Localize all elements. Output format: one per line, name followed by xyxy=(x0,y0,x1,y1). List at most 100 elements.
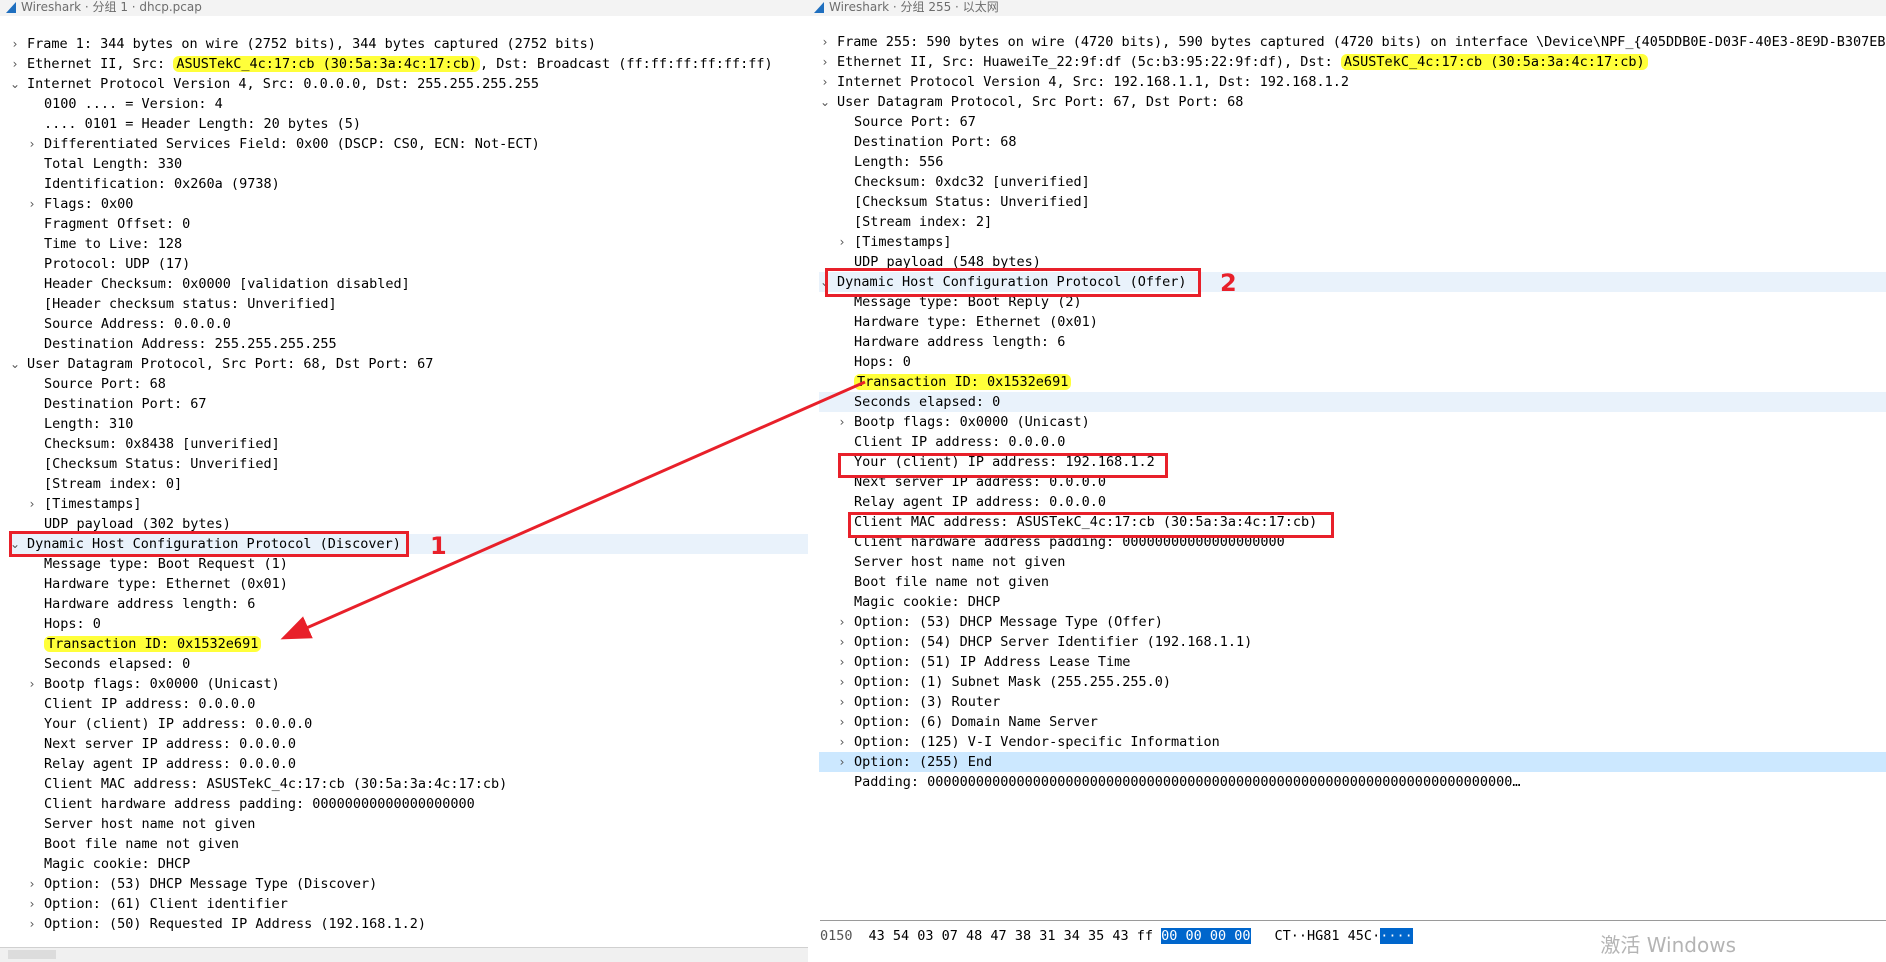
tree-row[interactable]: Length: 556 xyxy=(819,152,1886,172)
tree-row[interactable]: › Option: (53) DHCP Message Type (Offer) xyxy=(819,612,1886,632)
tree-row[interactable]: Relay agent IP address: 0.0.0.0 xyxy=(819,492,1886,512)
tree-row[interactable]: [Checksum Status: Unverified] xyxy=(819,192,1886,212)
horizontal-scrollbar-left[interactable] xyxy=(0,947,808,962)
tree-row[interactable]: Your (client) IP address: 0.0.0.0 xyxy=(9,714,808,734)
tree-row[interactable]: › Option: (125) V-I Vendor-specific Infor… xyxy=(819,732,1886,752)
expand-chevron-icon[interactable]: › xyxy=(836,612,848,632)
tree-row[interactable]: › Ethernet II, Src: HuaweiTe_22:9f:df (5c… xyxy=(819,52,1886,72)
expand-chevron-icon[interactable]: › xyxy=(26,494,38,514)
tree-row[interactable]: Hops: 0 xyxy=(819,352,1886,372)
tree-row[interactable]: Hardware address length: 6 xyxy=(819,332,1886,352)
tree-row[interactable]: Header Checksum: 0x0000 [validation disa… xyxy=(9,274,808,294)
expand-chevron-icon[interactable]: › xyxy=(836,652,848,672)
expand-chevron-icon[interactable]: › xyxy=(836,712,848,732)
tree-row[interactable]: Checksum: 0xdc32 [unverified] xyxy=(819,172,1886,192)
tree-row[interactable]: Destination Port: 68 xyxy=(819,132,1886,152)
expand-chevron-icon[interactable]: › xyxy=(836,752,848,772)
expand-chevron-icon[interactable]: › xyxy=(26,134,38,154)
tree-row[interactable]: Client IP address: 0.0.0.0 xyxy=(9,694,808,714)
expand-chevron-icon[interactable]: › xyxy=(836,732,848,752)
tree-row[interactable]: Transaction ID: 0x1532e691 xyxy=(819,372,1886,392)
expand-chevron-icon[interactable]: › xyxy=(836,412,848,432)
tree-row[interactable]: Message type: Boot Request (1) xyxy=(9,554,808,574)
tree-row[interactable]: Total Length: 330 xyxy=(9,154,808,174)
expand-chevron-icon[interactable]: › xyxy=(836,672,848,692)
tree-row[interactable]: › Option: (54) DHCP Server Identifier (19… xyxy=(819,632,1886,652)
tree-row[interactable]: Padding: 0000000000000000000000000000000… xyxy=(819,772,1886,792)
expand-chevron-icon[interactable]: › xyxy=(819,32,831,52)
expand-chevron-icon[interactable]: › xyxy=(819,72,831,92)
tree-row[interactable]: Source Address: 0.0.0.0 xyxy=(9,314,808,334)
tree-row[interactable]: › Flags: 0x00 xyxy=(9,194,808,214)
tree-row[interactable]: Boot file name not given xyxy=(819,572,1886,592)
tree-row[interactable]: Transaction ID: 0x1532e691 xyxy=(9,634,808,654)
tree-row[interactable]: › Option: (61) Client identifier xyxy=(9,894,808,914)
tree-row[interactable]: Seconds elapsed: 0 xyxy=(9,654,808,674)
tree-row[interactable]: Hardware type: Ethernet (0x01) xyxy=(819,312,1886,332)
tree-row[interactable]: Destination Address: 255.255.255.255 xyxy=(9,334,808,354)
expand-chevron-icon[interactable]: › xyxy=(836,692,848,712)
tree-row[interactable]: › [Timestamps] xyxy=(9,494,808,514)
tree-row[interactable]: › Ethernet II, Src: ASUSTekC_4c:17:cb (30… xyxy=(9,54,808,74)
tree-row[interactable]: Hops: 0 xyxy=(9,614,808,634)
tree-row[interactable]: Source Port: 67 xyxy=(819,112,1886,132)
collapse-chevron-icon[interactable]: ⌄ xyxy=(819,92,831,112)
tree-row[interactable]: › Option: (1) Subnet Mask (255.255.255.0) xyxy=(819,672,1886,692)
collapse-chevron-icon[interactable]: ⌄ xyxy=(9,74,21,94)
tree-row[interactable]: ⌄ User Datagram Protocol, Src Port: 67, D… xyxy=(819,92,1886,112)
tree-row[interactable]: › Option: (53) DHCP Message Type (Discove… xyxy=(9,874,808,894)
tree-row[interactable]: Relay agent IP address: 0.0.0.0 xyxy=(9,754,808,774)
tree-row[interactable]: › Option: (6) Domain Name Server xyxy=(819,712,1886,732)
tree-row[interactable]: Identification: 0x260a (9738) xyxy=(9,174,808,194)
tree-row[interactable]: Destination Port: 67 xyxy=(9,394,808,414)
tree-row[interactable]: Magic cookie: DHCP xyxy=(819,592,1886,612)
tree-row[interactable]: › Option: (255) End xyxy=(819,752,1886,772)
scrollbar-thumb[interactable] xyxy=(8,950,56,959)
expand-chevron-icon[interactable]: › xyxy=(9,54,21,74)
tree-row[interactable]: Client hardware address padding: 0000000… xyxy=(9,794,808,814)
tree-row[interactable]: › Differentiated Services Field: 0x00 (DS… xyxy=(9,134,808,154)
tree-row[interactable]: Next server IP address: 0.0.0.0 xyxy=(9,734,808,754)
tree-row[interactable]: Client MAC address: ASUSTekC_4c:17:cb (3… xyxy=(9,774,808,794)
expand-chevron-icon[interactable]: › xyxy=(836,632,848,652)
tree-row[interactable]: Client IP address: 0.0.0.0 xyxy=(819,432,1886,452)
tree-row[interactable]: Hardware type: Ethernet (0x01) xyxy=(9,574,808,594)
tree-row[interactable]: Seconds elapsed: 0 xyxy=(819,392,1886,412)
tree-row[interactable]: Boot file name not given xyxy=(9,834,808,854)
tree-row[interactable]: › Frame 255: 590 bytes on wire (4720 bits… xyxy=(819,32,1886,52)
expand-chevron-icon[interactable]: › xyxy=(26,914,38,934)
tree-row[interactable]: ⌄ User Datagram Protocol, Src Port: 68, D… xyxy=(9,354,808,374)
tree-row[interactable]: › Option: (51) IP Address Lease Time xyxy=(819,652,1886,672)
expand-chevron-icon[interactable]: › xyxy=(9,34,21,54)
hex-bytes[interactable]: 43 54 03 07 48 47 38 31 34 35 43 ff xyxy=(869,928,1162,944)
tree-row[interactable]: › Bootp flags: 0x0000 (Unicast) xyxy=(9,674,808,694)
expand-chevron-icon[interactable]: › xyxy=(26,674,38,694)
tree-row[interactable]: Fragment Offset: 0 xyxy=(9,214,808,234)
tree-row[interactable]: Protocol: UDP (17) xyxy=(9,254,808,274)
tree-row[interactable]: ⌄ Internet Protocol Version 4, Src: 0.0.0… xyxy=(9,74,808,94)
tree-row[interactable]: .... 0101 = Header Length: 20 bytes (5) xyxy=(9,114,808,134)
tree-row[interactable]: Source Port: 68 xyxy=(9,374,808,394)
expand-chevron-icon[interactable]: › xyxy=(26,894,38,914)
tree-row[interactable]: [Checksum Status: Unverified] xyxy=(9,454,808,474)
tree-row[interactable]: Server host name not given xyxy=(819,552,1886,572)
tree-row[interactable]: Hardware address length: 6 xyxy=(9,594,808,614)
tree-row[interactable]: Length: 310 xyxy=(9,414,808,434)
tree-row[interactable]: › Frame 1: 344 bytes on wire (2752 bits),… xyxy=(9,34,808,54)
tree-row[interactable]: [Header checksum status: Unverified] xyxy=(9,294,808,314)
expand-chevron-icon[interactable]: › xyxy=(26,874,38,894)
hex-ascii-selected[interactable]: ···· xyxy=(1380,928,1413,944)
expand-chevron-icon[interactable]: › xyxy=(26,194,38,214)
hex-ascii[interactable]: CT··HG81 45C· xyxy=(1275,928,1381,944)
expand-chevron-icon[interactable]: › xyxy=(836,232,848,252)
tree-row[interactable]: Time to Live: 128 xyxy=(9,234,808,254)
tree-row[interactable]: › [Timestamps] xyxy=(819,232,1886,252)
hex-bytes-selected[interactable]: 00 00 00 00 xyxy=(1161,928,1251,944)
tree-row[interactable]: › Option: (3) Router xyxy=(819,692,1886,712)
tree-row[interactable]: [Stream index: 2] xyxy=(819,212,1886,232)
collapse-chevron-icon[interactable]: ⌄ xyxy=(9,354,21,374)
tree-row[interactable]: Server host name not given xyxy=(9,814,808,834)
tree-row[interactable]: › Option: (50) Requested IP Address (192.… xyxy=(9,914,808,934)
tree-row[interactable]: › Internet Protocol Version 4, Src: 192.1… xyxy=(819,72,1886,92)
tree-row[interactable]: 0100 .... = Version: 4 xyxy=(9,94,808,114)
